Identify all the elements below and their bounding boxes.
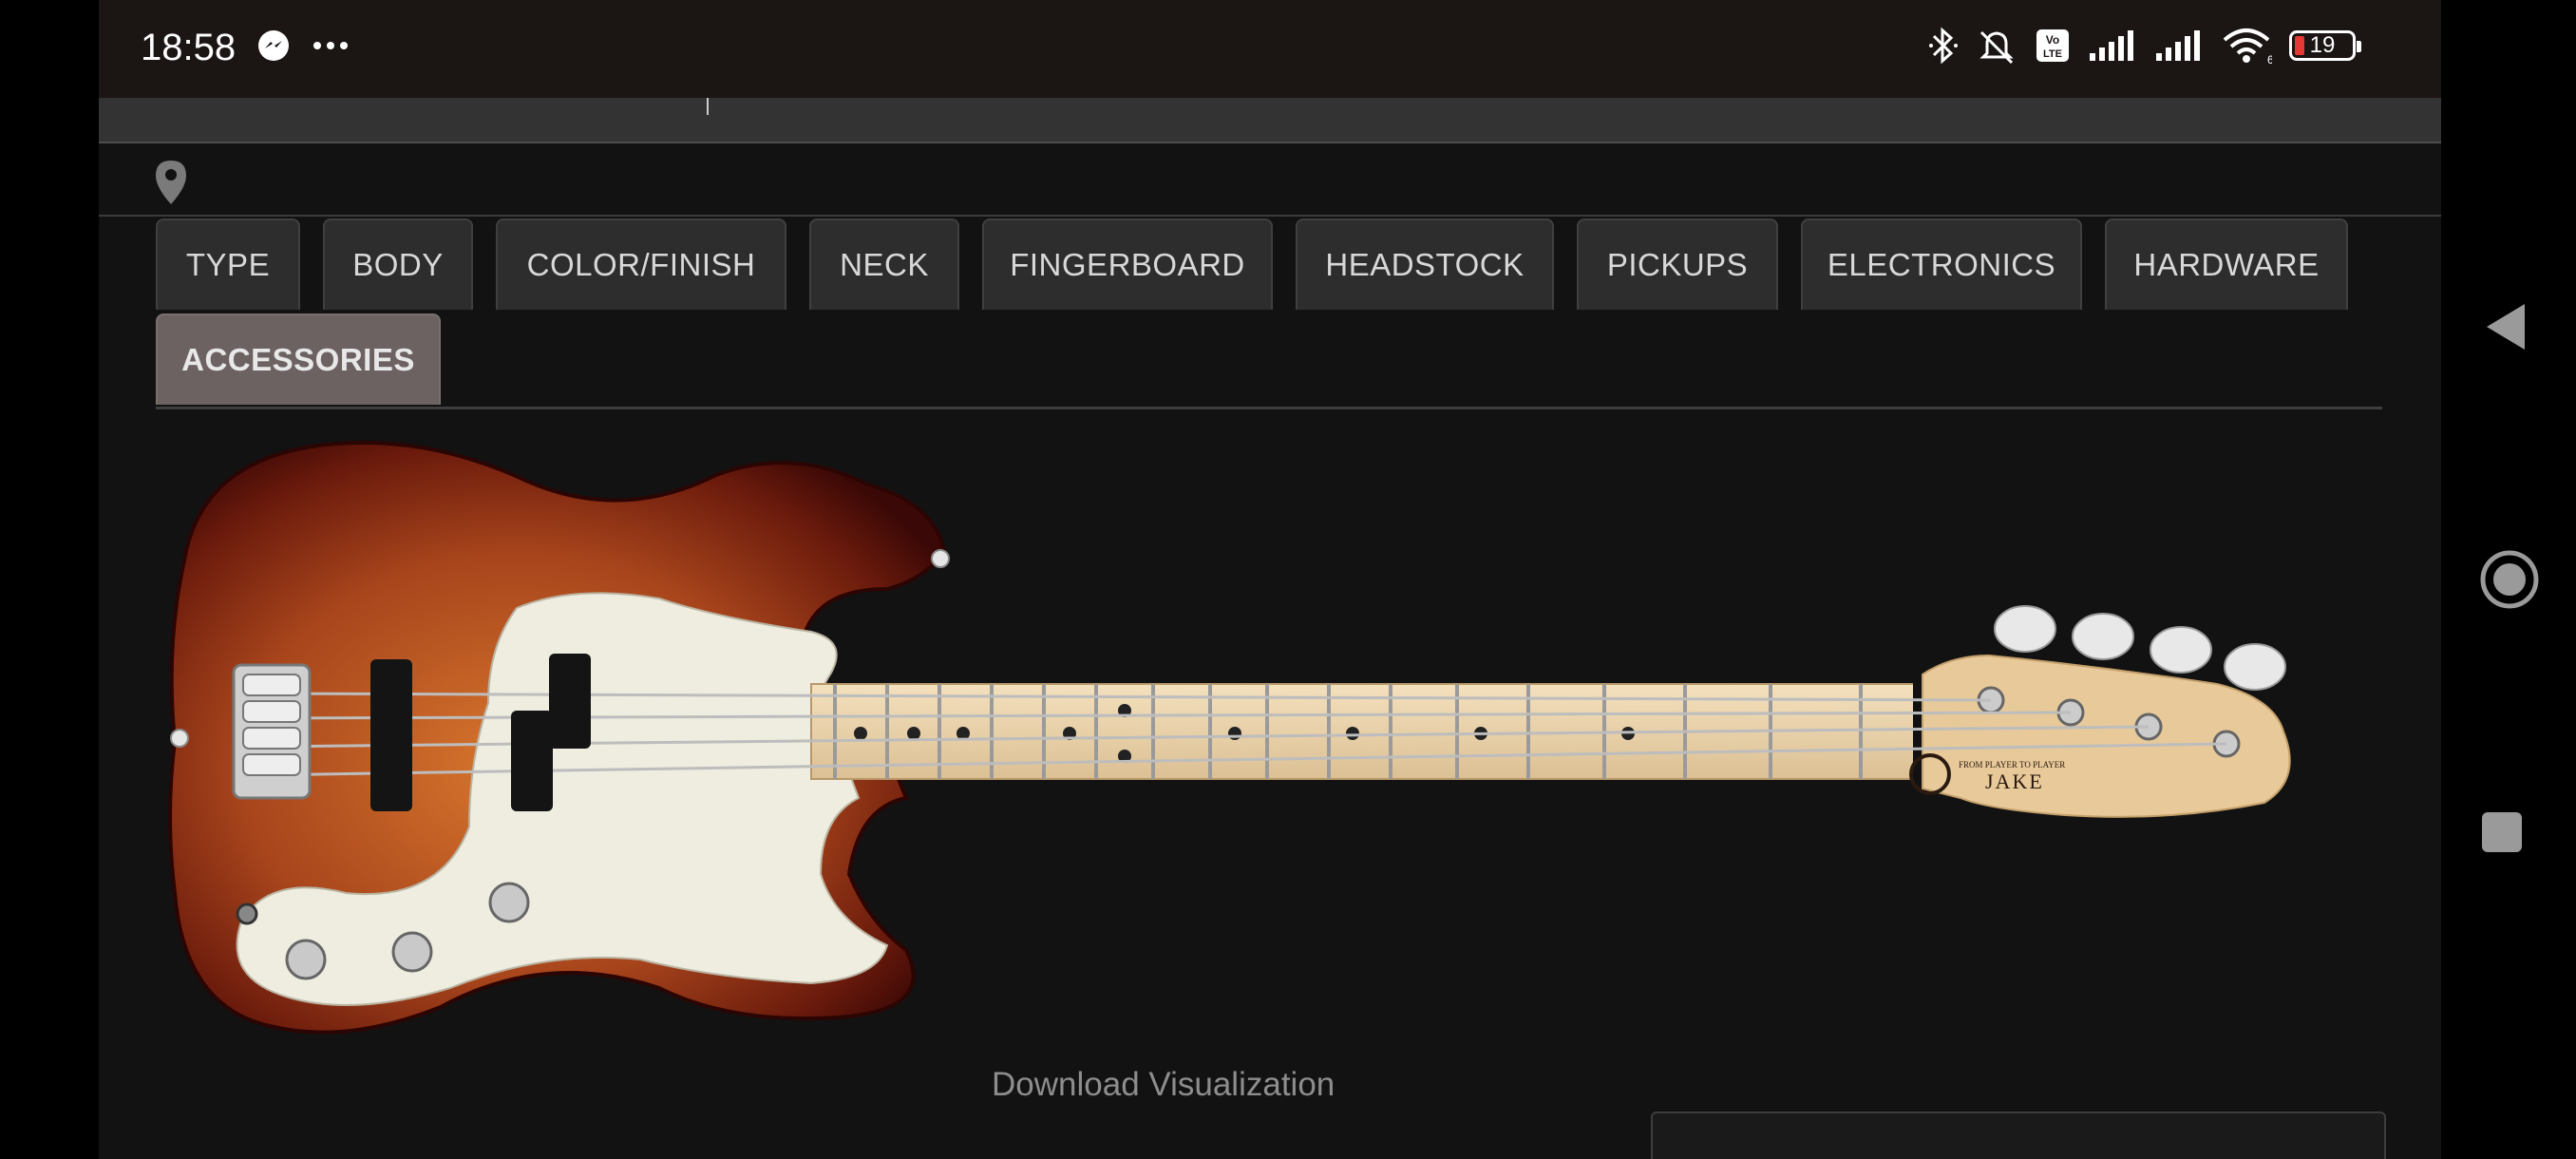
text-cursor [707,98,709,115]
home-icon[interactable] [2479,549,2540,610]
wifi-icon: 6 [2223,28,2272,65]
status-time: 18:58 [141,27,237,68]
battery-indicator: 19 [2289,30,2361,61]
battery-level: 19 [2309,32,2336,58]
location-bar [99,143,2441,217]
more-dots-icon [313,42,348,49]
wifi-badge: 6 [2267,53,2272,65]
headstock-tagline: FROM PLAYER TO PLAYER [1959,760,2065,770]
tab-electronics[interactable]: ELECTRONICS [1801,218,2082,310]
tab-pickups[interactable]: PICKUPS [1577,218,1778,310]
download-visualization-link[interactable]: Download Visualization [992,1066,1335,1104]
tab-accessories[interactable]: ACCESSORIES [156,314,441,405]
mute-icon [1979,30,2014,65]
tab-headstock[interactable]: HEADSTOCK [1296,218,1554,310]
tab-neck[interactable]: NECK [809,218,959,310]
messenger-icon [258,30,289,61]
output-jack [236,902,258,925]
options-tabs: TYPE BODY COLOR/FINISH NECK FINGERBOARD … [156,218,2382,409]
signal-icon [2090,30,2133,61]
tab-fingerboard[interactable]: FINGERBOARD [982,218,1273,310]
signal-icon [2156,30,2200,61]
svg-text:Vo: Vo [2046,33,2059,47]
volte-icon: Vo LTE [2036,29,2069,62]
location-pin-icon[interactable] [154,159,188,206]
address-bar[interactable] [99,98,2441,143]
pickup-neck-upper [549,654,591,749]
summary-panel [1651,1112,2386,1159]
tab-hardware[interactable]: HARDWARE [2105,218,2348,310]
back-icon[interactable] [2479,300,2532,353]
nut [1913,679,1923,784]
tab-type[interactable]: TYPE [156,218,300,310]
app-screen: 18:58 Vo LTE 6 19 TYPE BODY COLOR/FINISH… [99,0,2441,1159]
svg-text:LTE: LTE [2043,48,2062,60]
status-bar: 18:58 Vo LTE 6 19 [99,0,2441,98]
tab-body[interactable]: BODY [323,218,473,310]
pickup-bridge [370,659,412,811]
guitar-visualization: FROM PLAYER TO PLAYER JAKE [168,440,2291,1035]
headstock-brand: JAKE [1985,770,2044,793]
pickup-neck-lower [511,711,553,811]
recents-icon[interactable] [2479,809,2525,855]
tab-color-finish[interactable]: COLOR/FINISH [496,218,786,310]
system-nav-bar [2441,0,2576,1159]
bluetooth-icon [1929,27,1958,65]
